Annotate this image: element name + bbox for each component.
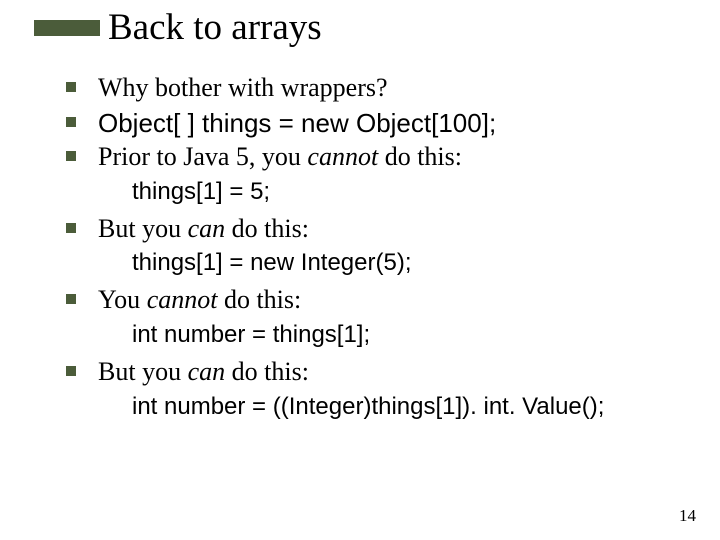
text-fragment: do this:	[378, 142, 462, 171]
page-number: 14	[679, 506, 696, 526]
sub-bullet-text: things[1] = 5;	[132, 176, 690, 207]
text-fragment: do this:	[225, 357, 309, 386]
sub-bullet-text: int number = things[1];	[132, 319, 690, 350]
bullet-item: Prior to Java 5, you cannot do this:	[66, 141, 690, 174]
sub-bullet-text: things[1] = new Integer(5);	[132, 247, 690, 278]
bullet-item: Why bother with wrappers?	[66, 72, 690, 105]
sub-bullet-text: int number = ((Integer)things[1]). int. …	[132, 391, 690, 422]
accent-bar	[34, 20, 100, 36]
text-fragment-italic: cannot	[307, 142, 378, 171]
bullet-square-icon	[66, 294, 76, 304]
bullet-item: You cannot do this:	[66, 284, 690, 317]
slide-title: Back to arrays	[108, 6, 322, 49]
bullet-square-icon	[66, 151, 76, 161]
text-fragment-italic: cannot	[147, 285, 218, 314]
bullet-square-icon	[66, 117, 76, 127]
sub-bullet: int number = ((Integer)things[1]). int. …	[132, 391, 690, 422]
bullet-square-icon	[66, 223, 76, 233]
slide-content: Why bother with wrappers? Object[ ] thin…	[66, 72, 690, 428]
bullet-text: But you can do this:	[98, 356, 309, 389]
text-fragment: do this:	[225, 214, 309, 243]
bullet-text: You cannot do this:	[98, 284, 301, 317]
bullet-text: Prior to Java 5, you cannot do this:	[98, 141, 462, 174]
text-fragment: But you	[98, 214, 188, 243]
text-fragment-italic: can	[188, 357, 226, 386]
bullet-square-icon	[66, 366, 76, 376]
sub-bullet: things[1] = 5;	[132, 176, 690, 207]
bullet-item: But you can do this:	[66, 213, 690, 246]
text-fragment-italic: can	[188, 214, 226, 243]
text-fragment: But you	[98, 357, 188, 386]
bullet-item: But you can do this:	[66, 356, 690, 389]
text-fragment: Prior to Java 5, you	[98, 142, 307, 171]
bullet-text: Why bother with wrappers?	[98, 72, 388, 105]
slide: Back to arrays Why bother with wrappers?…	[0, 0, 720, 540]
text-fragment: do this:	[217, 285, 301, 314]
sub-bullet: things[1] = new Integer(5);	[132, 247, 690, 278]
text-fragment: You	[98, 285, 147, 314]
sub-bullet: int number = things[1];	[132, 319, 690, 350]
bullet-square-icon	[66, 82, 76, 92]
bullet-text: But you can do this:	[98, 213, 309, 246]
bullet-text: Object[ ] things = new Object[100];	[98, 107, 496, 140]
bullet-item: Object[ ] things = new Object[100];	[66, 107, 690, 140]
